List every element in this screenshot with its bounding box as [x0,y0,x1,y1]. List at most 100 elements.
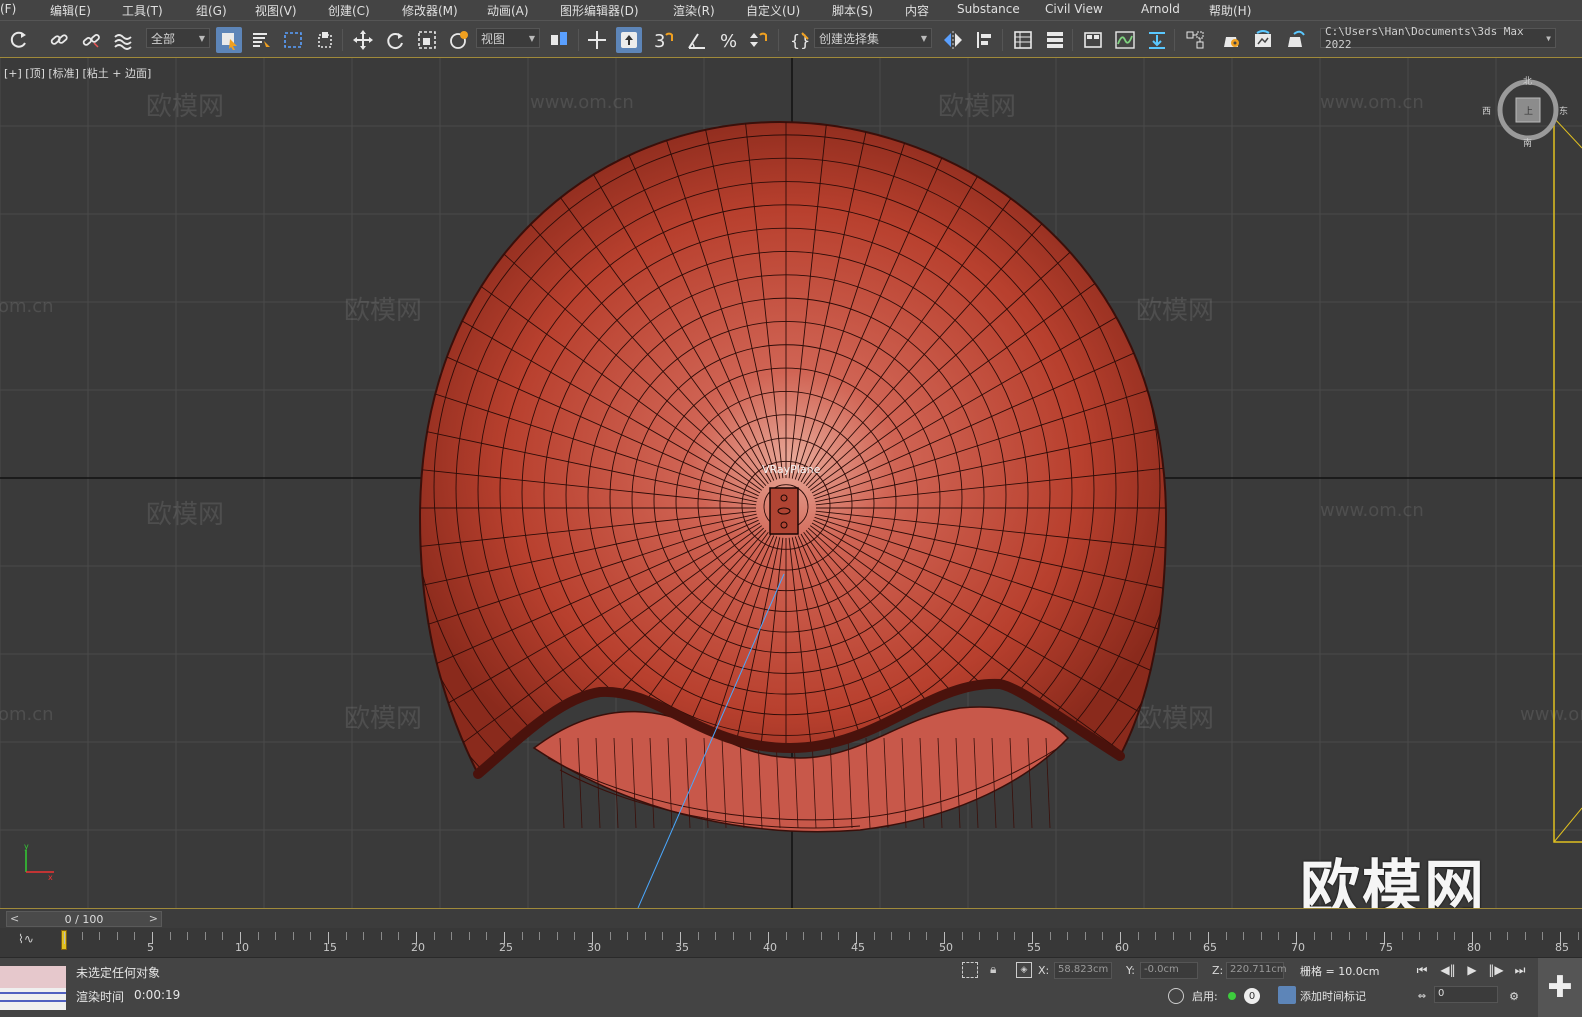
menu-customize[interactable]: 自定义(U) [746,2,800,19]
angle-snap-icon[interactable] [684,27,710,53]
menu-substance[interactable]: Substance [957,2,1020,16]
track-bar[interactable]: ⌇∿ 5 10 15 20 25 30 35 40 45 50 55 60 65 70 75 80 85 [0,928,1582,958]
track-tick [697,932,699,940]
scene-explorer-icon[interactable] [1010,27,1036,53]
svg-text:x: x [48,873,53,882]
rotate-icon[interactable] [382,27,408,53]
menu-modifiers[interactable]: 修改器(M) [402,2,458,19]
lock-selection-icon[interactable]: 🔒︎ [990,962,996,977]
select-manipulate-icon[interactable] [584,27,610,53]
unlink-icon[interactable] [78,27,104,53]
menu-tools[interactable]: 工具(T) [122,2,163,19]
keyboard-shortcut-override-icon[interactable] [616,27,642,53]
go-to-start-icon[interactable]: ⏮ [1412,960,1432,980]
select-object-icon[interactable] [216,27,242,53]
track-tick [1084,932,1086,940]
percent-snap-icon[interactable]: % [716,27,742,53]
select-by-name-icon[interactable] [248,27,274,53]
track-tick [1419,932,1421,940]
edit-named-selection-icon[interactable]: {} [786,27,812,53]
time-config-arrows-icon[interactable]: ⇔ [1412,986,1432,1006]
curve-editor-icon[interactable] [1112,27,1138,53]
x-coordinate-field[interactable]: 58.823cm [1054,962,1112,979]
add-time-tag-icon[interactable] [1278,986,1296,1004]
viewcube[interactable]: 上 北 南 西 东 [1482,77,1568,149]
viewcube-north[interactable]: 北 [1523,74,1532,87]
mirror-icon[interactable] [940,27,966,53]
render-production-icon[interactable] [1282,27,1308,53]
track-tick [1524,932,1526,940]
curve-toggle-icon[interactable]: ⌇∿ [18,932,34,946]
top-viewport[interactable]: 欧模网 www.om.cn 欧模网 www.om.cn om.cn 欧模网 ww… [0,58,1582,908]
project-path-dropdown[interactable]: C:\Users\Han\Documents\3ds Max 2022 ▼ [1320,25,1556,51]
layer-explorer-icon[interactable] [1042,27,1068,53]
track-tick [1577,932,1579,940]
time-slider-thumb[interactable]: < 0 / 100 > [6,911,162,927]
isolate-selection-icon[interactable] [962,962,978,978]
material-editor-icon[interactable] [1182,27,1208,53]
site-logo: 欧模网 [1300,854,1486,908]
add-time-tag-label[interactable]: 添加时间标记 [1300,988,1366,1004]
align-icon[interactable] [972,27,998,53]
menu-content[interactable]: 内容 [905,2,929,19]
time-slider-next[interactable]: > [149,912,158,925]
go-to-end-icon[interactable]: ⏭ [1510,960,1530,980]
y-coordinate-field[interactable]: -0.0cm [1140,962,1198,979]
current-frame-field[interactable]: 0 [1434,986,1498,1003]
menu-graph-editors[interactable]: 图形编辑器(D) [560,2,639,19]
pivot-center-icon[interactable] [546,27,572,53]
camera-frame [1553,117,1582,843]
adaptive-degradation-icon[interactable] [1168,988,1184,1004]
snaps-toggle-icon[interactable]: 3 [650,27,676,53]
menu-civil-view[interactable]: Civil View [1045,2,1103,16]
viewcube-face-top[interactable]: 上 [1524,104,1533,117]
toggle-ribbon-icon[interactable] [1080,27,1106,53]
menu-animation[interactable]: 动画(A) [487,2,529,19]
viewcube-south[interactable]: 南 [1523,136,1532,149]
z-coordinate-field[interactable]: 220.711cm [1226,962,1287,979]
viewport-label[interactable]: [+] [顶] [标准] [粘土 + 边面] [4,65,151,81]
move-icon[interactable] [350,27,376,53]
viewcube-east[interactable]: 东 [1559,104,1568,117]
window-crossing-icon[interactable] [312,27,338,53]
scale-icon[interactable] [414,27,440,53]
spinner-snap-icon[interactable] [746,27,772,53]
track-tick [609,932,611,940]
key-mode-button[interactable]: ✚ [1538,958,1582,1017]
reference-coordinate-dropdown[interactable]: 视图 ▼ [476,28,540,48]
menu-help[interactable]: 帮助(H) [1209,2,1251,19]
bind-space-warp-icon[interactable] [110,27,136,53]
track-tick [785,932,787,940]
time-slider[interactable]: < 0 / 100 > [0,908,1582,928]
track-tick-label: 80 [1467,941,1481,954]
menu-view[interactable]: 视图(V) [255,2,297,19]
menu-rendering[interactable]: 渲染(R) [673,2,715,19]
track-tick [64,932,65,944]
menu-scripting[interactable]: 脚本(S) [832,2,873,19]
previous-frame-icon[interactable]: ◀‖ [1438,960,1458,980]
link-icon[interactable] [46,27,72,53]
redo-icon[interactable] [6,27,32,53]
schematic-view-icon[interactable] [1144,27,1170,53]
menu-edit[interactable]: 编辑(E) [50,2,91,19]
menu-arnold[interactable]: Arnold [1141,2,1180,16]
absolute-mode-icon[interactable]: ◈ [1016,962,1032,978]
time-configuration-icon[interactable]: ⚙ [1504,986,1524,1006]
play-icon[interactable]: ▶ [1462,960,1482,980]
named-selection-dropdown[interactable]: 创建选择集 ▼ [814,28,932,48]
viewcube-west[interactable]: 西 [1482,104,1491,117]
render-setup-icon[interactable] [1218,27,1244,53]
rendered-frame-window-icon[interactable] [1250,27,1276,53]
maxscript-listener-preview[interactable] [0,966,66,1010]
menu-group[interactable]: 组(G) [196,2,227,19]
rectangular-selection-icon[interactable] [280,27,306,53]
track-tick [187,932,189,940]
selection-filter-dropdown[interactable]: 全部 ▼ [146,28,210,48]
frame-display: 0 / 100 [64,912,104,926]
placement-icon[interactable] [446,27,472,53]
next-frame-icon[interactable]: ‖▶ [1486,960,1506,980]
menu-file[interactable]: (F) [0,2,16,16]
time-slider-prev[interactable]: < [10,912,19,925]
menu-create[interactable]: 创建(C) [328,2,370,19]
track-tick [292,932,294,940]
